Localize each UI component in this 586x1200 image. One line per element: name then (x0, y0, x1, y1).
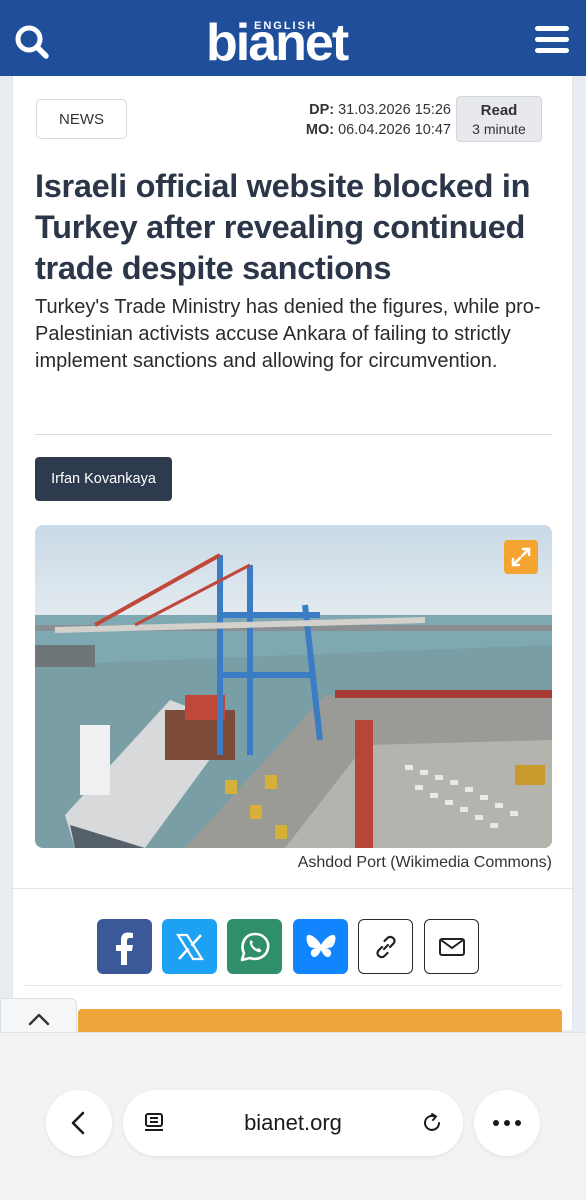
divider (35, 434, 552, 435)
image-caption: Ashdod Port (Wikimedia Commons) (297, 854, 552, 871)
article-image[interactable] (35, 525, 552, 848)
x-icon (175, 933, 204, 960)
top-nav-bar: ENGLISH bianet (0, 0, 586, 76)
menu-icon (535, 26, 569, 31)
copy-link-button[interactable] (358, 919, 413, 974)
bluesky-butterfly-icon (306, 934, 335, 957)
share-buttons (97, 919, 497, 975)
expand-image-button[interactable] (504, 540, 538, 574)
article-dates: DP: 31.03.2026 15:26 MO: 06.04.2026 10:4… (253, 100, 451, 140)
email-share-button[interactable] (424, 919, 479, 974)
category-badge[interactable]: NEWS (36, 99, 127, 139)
read-label: Read (480, 102, 518, 119)
read-time-box: Read 3 minute (456, 96, 542, 142)
expand-icon (511, 547, 531, 567)
reader-mode-icon (145, 1113, 163, 1131)
divider (25, 985, 562, 986)
reload-icon (424, 1113, 440, 1131)
whatsapp-share-button[interactable] (227, 919, 282, 974)
browser-toolbar: bianet.org (0, 1032, 586, 1200)
envelope-icon (438, 937, 465, 956)
x-share-button[interactable] (162, 919, 217, 974)
divider (13, 888, 574, 889)
search-button[interactable] (12, 22, 52, 62)
hamburger-menu-button[interactable] (533, 26, 571, 62)
url-text: bianet.org (244, 1110, 342, 1135)
author-badge[interactable]: Irfan Kovankaya (35, 457, 172, 501)
published-date: 31.03.2026 15:26 (338, 102, 451, 118)
site-logo[interactable]: bianet (206, 17, 349, 69)
port-illustration (35, 525, 552, 848)
facebook-icon (115, 932, 133, 965)
link-icon (375, 935, 396, 958)
browser-back-button[interactable] (46, 1090, 112, 1156)
article-summary: Turkey's Trade Ministry has denied the f… (35, 296, 541, 372)
browser-more-button[interactable] (474, 1090, 540, 1156)
more-dots-icon (493, 1120, 521, 1126)
search-icon (15, 25, 49, 59)
address-bar[interactable]: bianet.org (123, 1090, 463, 1156)
article-card: NEWS DP: 31.03.2026 15:26 MO: 06.04.2026… (12, 76, 574, 1039)
modified-label: MO: (305, 122, 335, 138)
published-label: DP: (309, 102, 335, 118)
read-time: 3 minute (472, 121, 526, 137)
modified-date: 06.04.2026 10:47 (338, 122, 451, 138)
article-headline: Israeli official website blocked in Turk… (35, 168, 531, 286)
chevron-left-icon (71, 1111, 85, 1135)
bluesky-share-button[interactable] (293, 919, 348, 974)
whatsapp-icon (240, 932, 269, 961)
facebook-share-button[interactable] (97, 919, 152, 974)
